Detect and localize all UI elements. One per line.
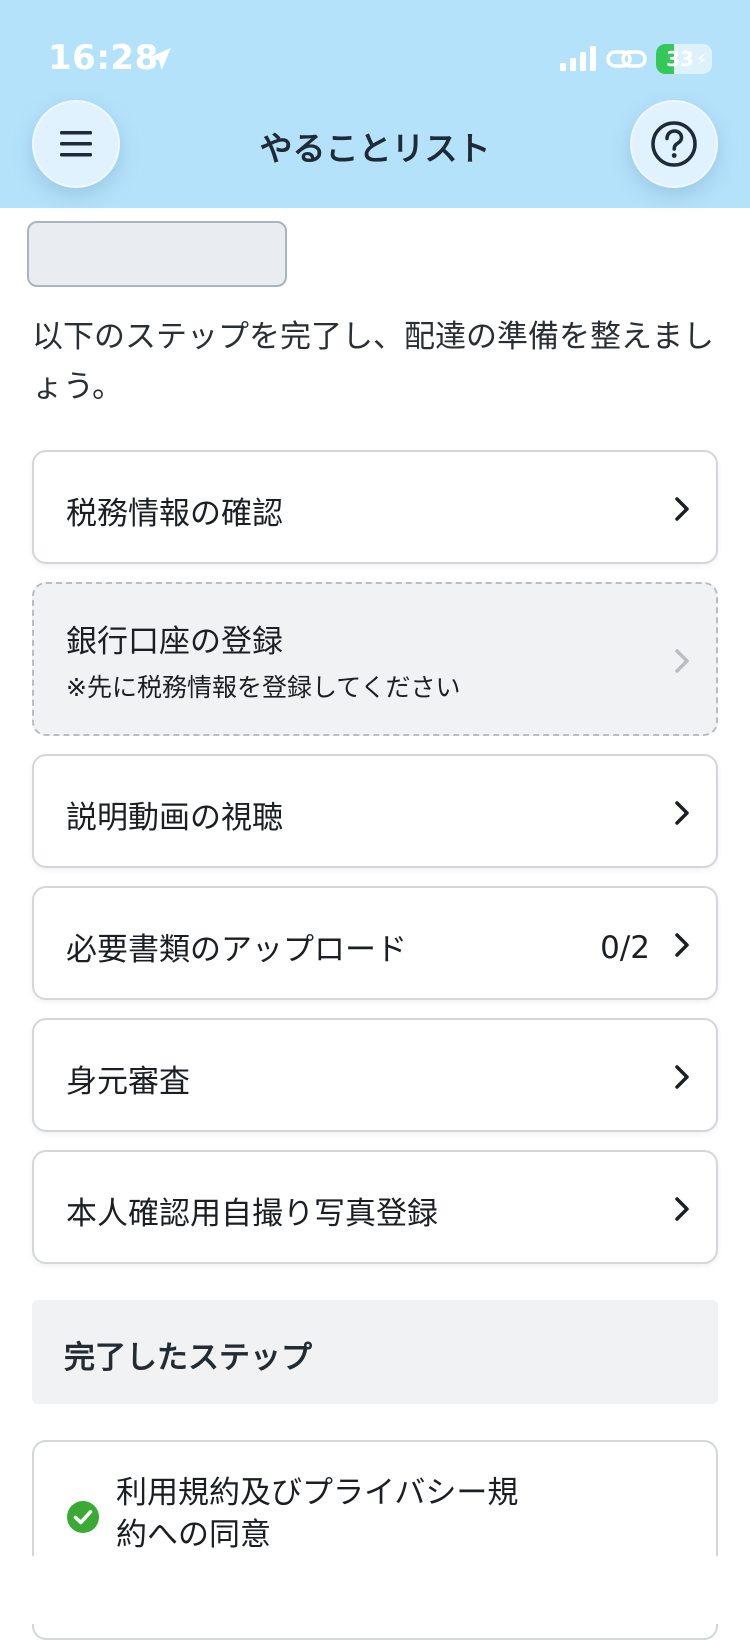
step-tax-info[interactable]: 税務情報の確認: [32, 450, 718, 564]
battery-indicator: 33 ⚡: [656, 44, 712, 74]
chevron-right-icon: [675, 497, 689, 521]
completed-steps-header: 完了したステップ: [32, 1300, 718, 1404]
completed-steps-title: 完了したステップ: [64, 1340, 312, 1376]
step-selfie-registration[interactable]: 本人確認用自撮り写真登録: [32, 1150, 718, 1264]
help-button[interactable]: [630, 100, 718, 188]
bottom-area: [0, 1556, 750, 1624]
cellular-signal-icon: [560, 46, 596, 71]
chevron-right-icon: [675, 1197, 689, 1221]
step-background-check[interactable]: 身元審査: [32, 1018, 718, 1132]
check-circle-icon: [67, 1501, 99, 1533]
intro-text: 以下のステップを完了し、配達の準備を整えましょう。: [32, 319, 714, 405]
step-label: 説明動画の視聴: [66, 800, 283, 836]
step-label: 本人確認用自撮り写真登録: [66, 1196, 438, 1232]
chevron-right-icon: [675, 649, 689, 673]
status-bar: 16:28 33 ⚡: [0, 0, 750, 100]
app-header: 16:28 33 ⚡ やることリスト: [0, 0, 750, 208]
personal-hotspot-icon: [606, 50, 647, 68]
location-arrow-icon: [149, 48, 171, 70]
chevron-right-icon: [675, 933, 689, 957]
placeholder-box: [27, 221, 287, 287]
step-label: 身元審査: [66, 1064, 190, 1100]
step-label: 必要書類のアップロード: [66, 932, 407, 968]
step-label: 銀行口座の登録: [66, 624, 283, 660]
step-note: ※先に税務情報を登録してください: [66, 673, 461, 702]
chevron-right-icon: [675, 801, 689, 825]
completed-step-label: 利用規約及びプライバシー規約への同意: [116, 1475, 519, 1553]
step-label: 税務情報の確認: [66, 496, 283, 532]
step-video[interactable]: 説明動画の視聴: [32, 754, 718, 868]
question-circle-icon: [651, 121, 697, 167]
step-document-upload[interactable]: 必要書類のアップロード 0/2: [32, 886, 718, 1000]
step-bank-account: 銀行口座の登録 ※先に税務情報を登録してください: [32, 582, 718, 736]
charging-bolt-icon: ⚡: [696, 50, 708, 69]
chevron-right-icon: [675, 1065, 689, 1089]
step-progress-count: 0/2: [600, 930, 650, 966]
status-time: 16:28: [48, 38, 159, 78]
